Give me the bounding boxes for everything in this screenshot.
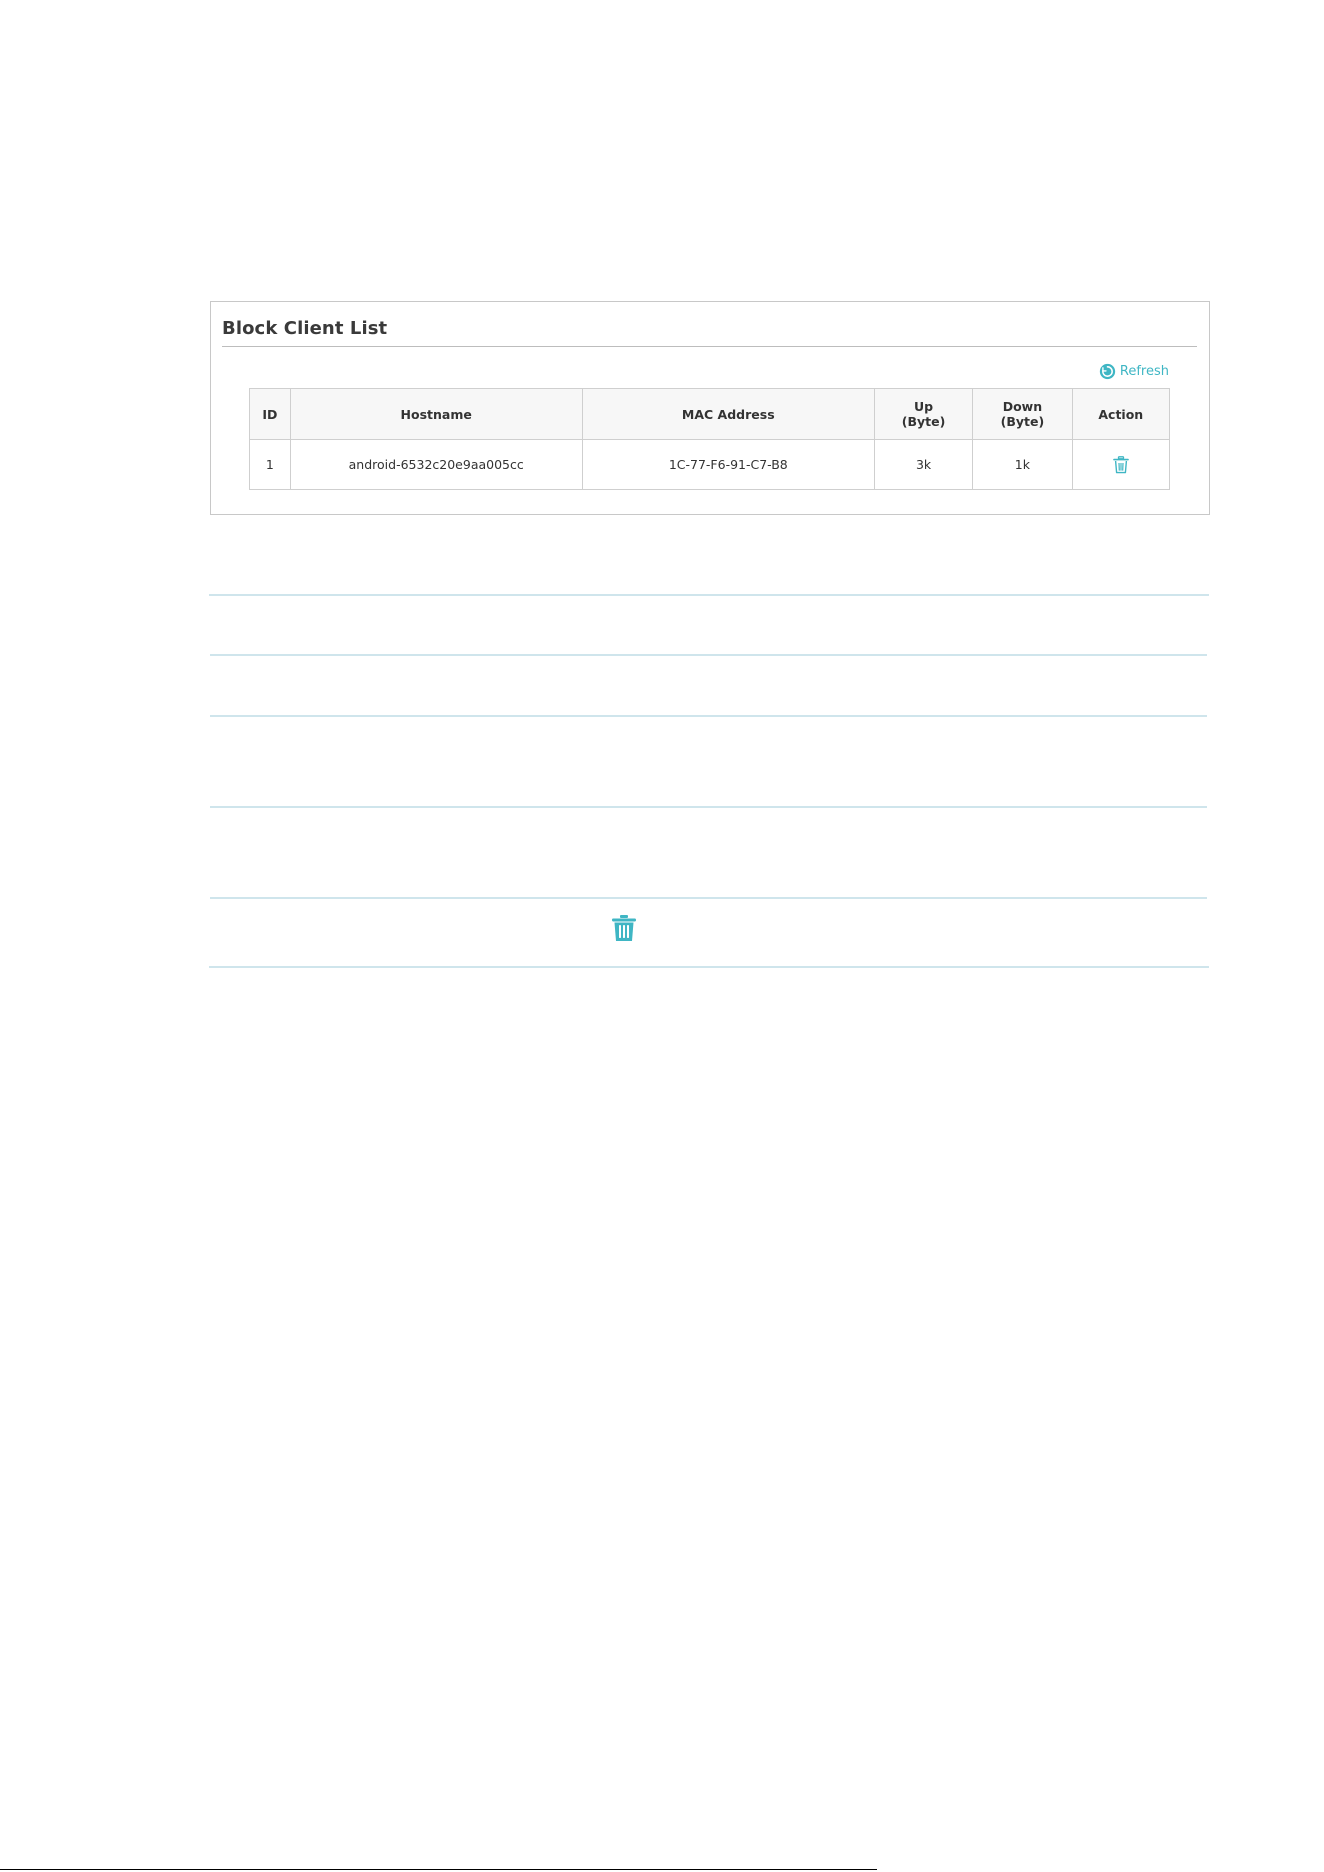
cell-down: 1k — [972, 439, 1073, 490]
page-footer-rule — [0, 1869, 877, 1870]
header-down-byte: Down (Byte) — [972, 388, 1073, 440]
rule-line — [209, 594, 1209, 596]
header-mac-address: MAC Address — [581, 388, 875, 440]
cell-mac: 1C-77-F6-91-C7-B8 — [581, 439, 875, 490]
panel-title: Block Client List — [222, 318, 388, 339]
rule-line — [210, 654, 1207, 656]
trash-icon — [612, 915, 636, 941]
block-client-list-panel: Block Client List Refresh ID Hostname MA… — [210, 301, 1210, 515]
refresh-icon — [1099, 363, 1116, 380]
cell-up: 3k — [873, 439, 974, 490]
header-up-byte: Up (Byte) — [873, 388, 974, 440]
rule-line — [210, 897, 1207, 899]
refresh-button[interactable]: Refresh — [1099, 363, 1169, 380]
table-header-row: ID Hostname MAC Address Up (Byte) Down (… — [249, 388, 1171, 440]
rule-line — [210, 806, 1207, 808]
header-down-line1: Down — [1002, 399, 1043, 414]
refresh-label: Refresh — [1119, 364, 1169, 379]
header-up-line1: Up — [914, 399, 934, 414]
rule-line — [209, 966, 1209, 968]
header-down-line2: (Byte) — [1000, 414, 1045, 429]
cell-id: 1 — [249, 439, 291, 490]
title-divider — [222, 346, 1197, 347]
rule-line — [210, 715, 1207, 717]
header-up-line2: (Byte) — [901, 414, 946, 429]
trash-icon[interactable] — [1112, 455, 1129, 474]
table-row: 1 android-6532c20e9aa005cc 1C-77-F6-91-C… — [249, 439, 1171, 490]
cell-hostname: android-6532c20e9aa005cc — [289, 439, 583, 490]
header-hostname: Hostname — [289, 388, 583, 440]
header-action: Action — [1071, 388, 1171, 440]
header-id: ID — [249, 388, 291, 440]
cell-action — [1071, 439, 1171, 490]
block-client-table: ID Hostname MAC Address Up (Byte) Down (… — [249, 388, 1171, 490]
